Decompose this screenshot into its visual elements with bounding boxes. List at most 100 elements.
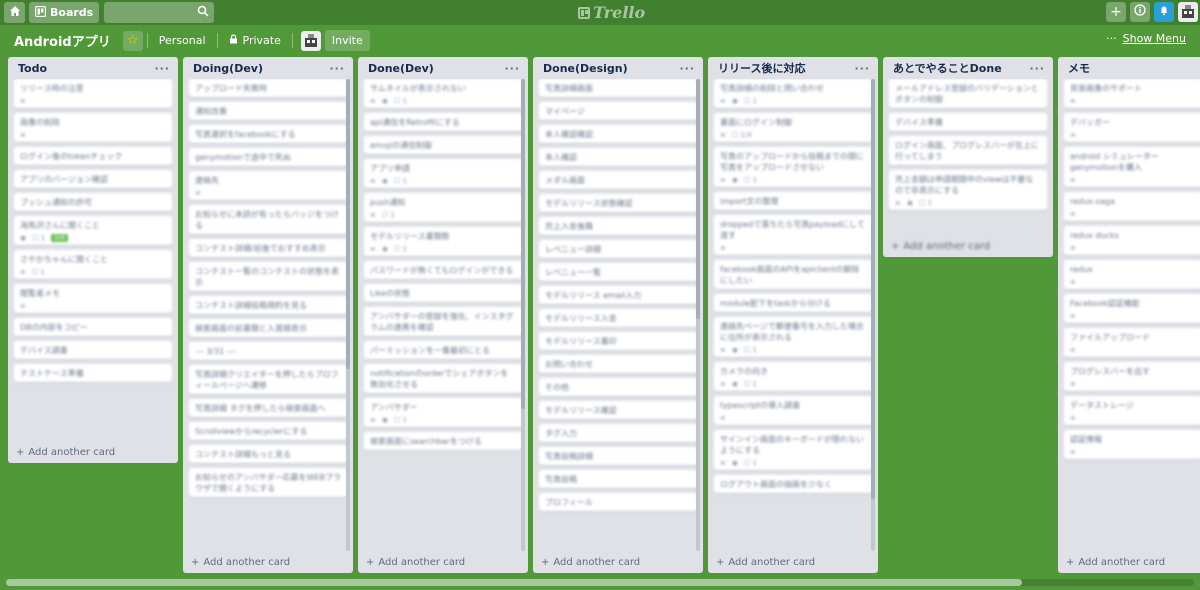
list-card[interactable]: api通信をRetrofitにする bbox=[364, 113, 522, 131]
list-card[interactable]: 閲覧者メモ ≡ bbox=[14, 284, 172, 313]
privacy-button[interactable]: Private bbox=[222, 30, 288, 51]
list-card[interactable]: パーミッションを一番最初にとる bbox=[364, 341, 522, 359]
team-visibility-button[interactable]: Personal bbox=[152, 30, 213, 51]
list-scrollbar[interactable] bbox=[521, 79, 525, 551]
add-card-button[interactable]: + Add another card bbox=[183, 551, 353, 573]
list-card[interactable]: notificationのorderでシェアボタンを無効化させる bbox=[364, 364, 522, 393]
list-card[interactable]: モデルリリース入金 bbox=[539, 309, 697, 327]
list-card[interactable]: モデルリリース email入力 bbox=[539, 286, 697, 304]
list-scrollbar[interactable] bbox=[696, 79, 700, 551]
list-menu-icon[interactable]: ··· bbox=[154, 62, 170, 75]
list-card[interactable]: Scrollviewからrecyclerにする bbox=[189, 422, 347, 440]
show-menu-button[interactable]: ··· Show Menu bbox=[1106, 32, 1186, 45]
list-card[interactable]: アプリのバージョン確認 bbox=[14, 170, 172, 188]
list-card[interactable]: マイページ bbox=[539, 102, 697, 120]
add-card-button[interactable]: + Add another card bbox=[883, 235, 1053, 257]
list-card[interactable]: ログイン画面、プログレスバーが左上に行ってしまう bbox=[889, 136, 1047, 165]
list-card[interactable]: ログイン後のtokenチェック bbox=[14, 147, 172, 165]
list-card[interactable]: Facebook認証機能 ≡ bbox=[1064, 294, 1200, 323]
list-card[interactable]: コンテスト詳細/前後でおすすめ表示 bbox=[189, 239, 347, 257]
list-card[interactable]: 書面にログイン制御 ≡ ☐ 1/4 bbox=[714, 113, 872, 142]
list-card[interactable]: アンバサダー ≡ ◉ ☐ 1 bbox=[364, 398, 522, 427]
list-menu-icon[interactable]: ··· bbox=[679, 62, 695, 75]
list-card[interactable]: Likeの状態 bbox=[364, 284, 522, 302]
list-menu-icon[interactable]: ··· bbox=[854, 62, 870, 75]
list-card[interactable]: デバッガー ≡ bbox=[1064, 113, 1200, 142]
list-card[interactable]: 海馬沢さんに聞くこと ◉ ☐ 1 0/6 bbox=[14, 216, 172, 245]
add-card-button[interactable]: + Add another card bbox=[8, 441, 178, 463]
list-card[interactable]: プッシュ通知の許可 bbox=[14, 193, 172, 211]
list-card[interactable]: プログレスバーを出す ≡ bbox=[1064, 362, 1200, 391]
list-card[interactable]: 画像の削除 ≡ bbox=[14, 113, 172, 142]
list-title[interactable]: Todo bbox=[18, 62, 47, 75]
list-card[interactable]: 連絡先 ≡ bbox=[189, 171, 347, 200]
list-card[interactable]: コンテスト一覧のコンテストの状態を表示 bbox=[189, 262, 347, 291]
list-menu-icon[interactable]: ··· bbox=[504, 62, 520, 75]
list-card[interactable]: サインイン画面のキーボードが隠れないようにする ≡ ◉ ☐ 1 bbox=[714, 430, 872, 470]
list-card[interactable]: DBの内容をコピー bbox=[14, 318, 172, 336]
list-card[interactable]: 写真選択をfacebookにする bbox=[189, 125, 347, 143]
star-icon[interactable]: ☆ bbox=[122, 30, 143, 51]
list-card[interactable]: デバイス調査 bbox=[14, 341, 172, 359]
list-card[interactable]: emojiの通信制御 bbox=[364, 136, 522, 154]
create-button[interactable]: + bbox=[1106, 2, 1126, 22]
list-card[interactable]: デバイス準備 bbox=[889, 113, 1047, 131]
list-card[interactable]: 写真のアップロードから投稿までの間に写真をアップロードさせない ≡ ◉ ☐ 1 bbox=[714, 147, 872, 187]
list-card[interactable]: import文の整理 bbox=[714, 192, 872, 210]
list-card[interactable]: 写真詳細の削除と問い合わせ ≡ ◉ ☐ 1 bbox=[714, 79, 872, 108]
list-card[interactable]: 売上入金後職 bbox=[539, 217, 697, 235]
list-card[interactable]: redux-saga ≡ bbox=[1064, 192, 1200, 221]
list-card[interactable]: データストレージ ≡ bbox=[1064, 396, 1200, 425]
list-card[interactable]: typescriptの導入調査 ≡ bbox=[714, 396, 872, 425]
list-card[interactable]: パスワードが無くてもログインができる bbox=[364, 261, 522, 279]
list-card[interactable]: モデルリリース署印 bbox=[539, 332, 697, 350]
board-title[interactable]: Androidアプリ bbox=[14, 31, 111, 50]
list-card[interactable]: 本人確認 bbox=[539, 148, 697, 166]
search-box[interactable] bbox=[104, 2, 215, 23]
scrollbar-thumb[interactable] bbox=[6, 579, 1022, 586]
list-menu-icon[interactable]: ··· bbox=[329, 62, 345, 75]
list-card[interactable]: 認証情報 ≡ bbox=[1064, 430, 1200, 459]
list-card[interactable]: レベニュー詳細 bbox=[539, 240, 697, 258]
list-card[interactable]: 検索画面にsearchbarをつける bbox=[364, 432, 522, 450]
list-scrollbar[interactable] bbox=[346, 79, 350, 551]
list-card[interactable]: メールアドレス登録のバリデーションとボタンの制御 bbox=[889, 79, 1047, 108]
info-button[interactable] bbox=[1130, 2, 1150, 22]
list-card[interactable]: ログアウト画面の描画を少なく bbox=[714, 475, 872, 493]
list-title[interactable]: あとでやることDone bbox=[893, 60, 1002, 76]
list-card[interactable]: レベニュー一覧 bbox=[539, 263, 697, 281]
list-card[interactable]: 売上金額は申請期間中のviewは不要なので非表示にする ≡ ◉ ☐ 1 bbox=[889, 170, 1047, 210]
list-card[interactable]: コンテスト詳細もっと見る bbox=[189, 445, 347, 463]
list-card[interactable]: アプリ申請 ≡ ◉ ☐ 1 bbox=[364, 159, 522, 188]
list-card[interactable]: --- 3/31 --- bbox=[189, 342, 347, 360]
add-card-button[interactable]: + Add another card bbox=[533, 551, 703, 573]
list-card[interactable]: さやかちゃんに聞くこと ≡ ☐ 1 bbox=[14, 250, 172, 279]
add-card-button[interactable]: + Add another card bbox=[358, 551, 528, 573]
list-card[interactable]: 背景画像のサポート ≡ bbox=[1064, 79, 1200, 108]
search-icon[interactable] bbox=[197, 5, 209, 20]
list-card[interactable]: 通知改善 bbox=[189, 102, 347, 120]
notifications-button[interactable] bbox=[1154, 2, 1174, 22]
list-card[interactable]: プロフィール bbox=[539, 493, 697, 511]
list-title[interactable]: Doing(Dev) bbox=[193, 62, 263, 75]
list-card[interactable]: コンテスト詳細投稿規約を見る bbox=[189, 296, 347, 314]
list-menu-icon[interactable]: ··· bbox=[1029, 62, 1045, 75]
list-card[interactable]: お問い合わせ bbox=[539, 355, 697, 373]
list-scrollbar[interactable] bbox=[871, 79, 875, 551]
list-card[interactable]: モデルリリース確認 bbox=[539, 401, 697, 419]
list-card[interactable]: 写真投稿 bbox=[539, 470, 697, 488]
list-card[interactable]: タグ入力 bbox=[539, 424, 697, 442]
boards-button[interactable]: Boards bbox=[29, 2, 100, 23]
list-title[interactable]: リリース後に対応 bbox=[718, 60, 805, 76]
list-card[interactable]: genymotionで途中で死ぬ bbox=[189, 148, 347, 166]
list-title[interactable]: Done(Design) bbox=[543, 62, 628, 75]
list-card[interactable]: ファイルアップロード ≡ bbox=[1064, 328, 1200, 357]
list-card[interactable]: 本人確認確認 bbox=[539, 125, 697, 143]
list-card[interactable]: カメラの向き ≡ ◉ ☐ 1 bbox=[714, 362, 872, 391]
list-card[interactable]: モデルリリース状態確認 bbox=[539, 194, 697, 212]
list-card[interactable]: アップロード失敗時 bbox=[189, 79, 347, 97]
list-card[interactable]: android シミュレーターgenymotionを購入 ≡ bbox=[1064, 147, 1200, 187]
list-card[interactable]: 連絡先ページで郵便番号を入力した場合に住所が表示される ≡ ◉ ☐ 1 bbox=[714, 317, 872, 357]
list-title[interactable]: メモ bbox=[1068, 60, 1090, 76]
list-card[interactable]: redux ducks ≡ bbox=[1064, 226, 1200, 255]
